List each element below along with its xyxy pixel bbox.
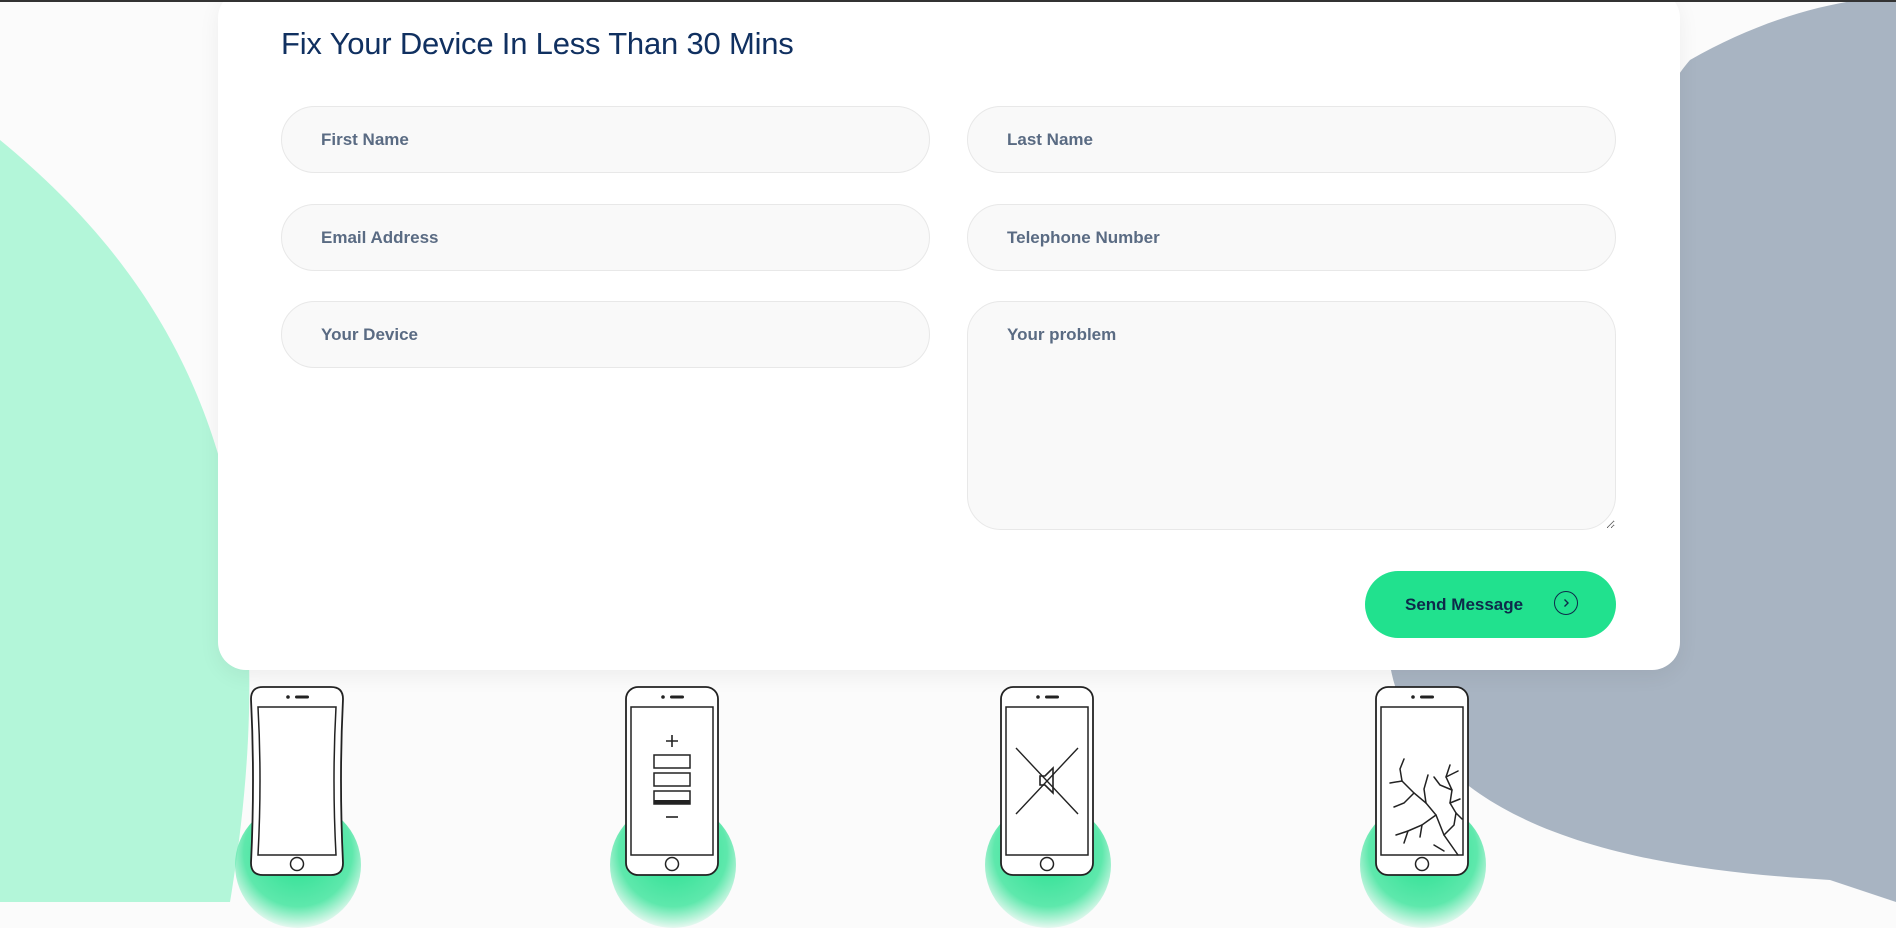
mint-blob: [0, 140, 250, 902]
telephone-input[interactable]: [967, 204, 1616, 271]
arrow-right-circle-icon: [1554, 591, 1578, 615]
form-title: Fix Your Device In Less Than 30 Mins: [281, 26, 794, 61]
send-message-button[interactable]: Send Message: [1365, 571, 1616, 638]
first-name-input[interactable]: [281, 106, 930, 173]
send-message-label: Send Message: [1405, 594, 1524, 614]
last-name-input[interactable]: [967, 106, 1616, 173]
contact-form-card: Fix Your Device In Less Than 30 Mins Sen…: [218, 0, 1680, 670]
problem-textarea[interactable]: [967, 301, 1616, 530]
device-input[interactable]: [281, 301, 930, 368]
top-border: [0, 0, 1896, 2]
email-input[interactable]: [281, 204, 930, 271]
